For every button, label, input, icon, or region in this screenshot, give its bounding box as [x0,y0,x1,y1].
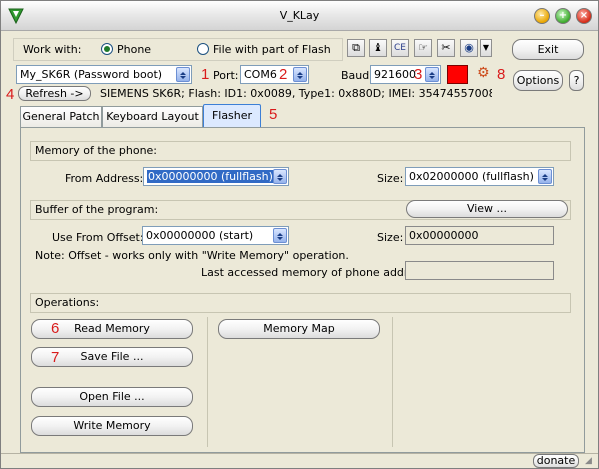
ce-icon[interactable]: CE [391,39,409,57]
offset-label: Use From Offset: [52,231,144,244]
baud-label: Baud: [341,69,373,82]
port-value: COM6 [244,68,277,81]
write-memory-button[interactable]: Write Memory [31,416,193,436]
connection-status-swatch [447,65,468,84]
baud-value: 921600 [374,68,416,81]
last-accessed-label: Last accessed memory of phone address: [201,266,431,279]
marker-8: 8 [497,66,506,83]
marker-4: 4 [6,86,15,103]
operations-column-divider [207,317,208,447]
marker-5: 5 [269,106,278,123]
port-label: Port: [213,69,239,82]
view-button[interactable]: View ... [406,200,568,218]
settings-gear-icon[interactable]: ⚙ [477,65,490,81]
memory-map-button[interactable]: Memory Map [218,319,380,339]
work-with-label: Work with: [23,43,82,56]
radio-phone-label[interactable]: Phone [117,43,151,56]
chevron-down-icon[interactable] [293,67,307,82]
refresh-button[interactable]: Refresh -> [18,86,91,101]
buffer-size-field: 0x00000000 [405,226,554,245]
options-button[interactable]: Options [513,70,563,91]
eye-icon[interactable]: ◉ [460,39,478,57]
memory-size-value: 0x02000000 (fullflash) [409,170,534,183]
minimize-button[interactable]: – [534,8,550,24]
memory-size-select[interactable]: 0x02000000 (fullflash) [405,167,554,186]
close-button[interactable]: × [576,8,592,24]
chevron-down-icon[interactable] [273,228,287,243]
radio-phone[interactable] [101,43,113,55]
marker-6: 6 [51,320,60,337]
marker-3: 3 [414,66,423,83]
marker-2: 2 [279,66,288,83]
copy-icon[interactable]: ⧉ [347,39,365,57]
bell-icon[interactable]: ♝ [369,39,387,57]
offset-select[interactable]: 0x00000000 (start) [142,226,289,245]
maximize-button[interactable]: + [555,8,571,24]
operations-column-divider [392,317,393,447]
baud-select[interactable]: 921600 [370,65,441,84]
phone-info-text: SIEMENS SK6R; Flash: ID1: 0x0089, Type1:… [100,87,492,100]
last-accessed-field [405,261,554,280]
chevron-down-icon[interactable] [273,169,287,184]
phone-model-value: My_SK6R (Password boot) [20,68,163,81]
radio-file-label[interactable]: File with part of Flash [213,43,331,56]
resize-grip-icon[interactable]: ◢ [585,456,592,466]
marker-7: 7 [51,349,60,366]
chevron-down-icon[interactable] [425,67,439,82]
buffer-size-label: Size: [377,231,404,244]
toolbar-dropdown-icon[interactable]: ▼ [480,39,492,57]
memory-section-header: Memory of the phone: [30,141,571,161]
radio-file[interactable] [197,43,209,55]
tools-icon[interactable]: ✂ [437,39,455,57]
status-bar [1,453,598,468]
main-window: V_KLay – + × Work with: Phone File with … [0,0,599,469]
tab-general-patch[interactable]: General Patch [20,106,102,127]
marker-1: 1 [201,66,210,83]
offset-value: 0x00000000 (start) [146,229,254,242]
tab-keyboard-layout[interactable]: Keyboard Layout [102,106,203,127]
window-title: V_KLay [279,9,320,22]
offset-note: Note: Offset - works only with "Write Me… [35,249,349,262]
port-select[interactable]: COM6 [240,65,309,84]
phone-model-select[interactable]: My_SK6R (Password boot) [16,65,192,84]
chevron-down-icon[interactable] [538,169,552,184]
from-address-value: 0x00000000 (fullflash) [147,170,274,183]
memory-size-label: Size: [377,172,404,185]
help-button[interactable]: ? [569,70,584,91]
from-address-label: From Address: [65,172,144,185]
tab-flasher[interactable]: Flasher [203,104,261,128]
exit-button[interactable]: Exit [512,39,584,60]
operations-section-header: Operations: [30,293,571,313]
open-file-button[interactable]: Open File ... [31,387,193,407]
chevron-down-icon[interactable] [176,67,190,82]
from-address-select[interactable]: 0x00000000 (fullflash) [143,167,289,186]
donate-button[interactable]: donate [533,454,579,468]
hand-icon[interactable]: ☞ [414,39,432,57]
title-bar[interactable]: V_KLay – + × [1,1,598,31]
